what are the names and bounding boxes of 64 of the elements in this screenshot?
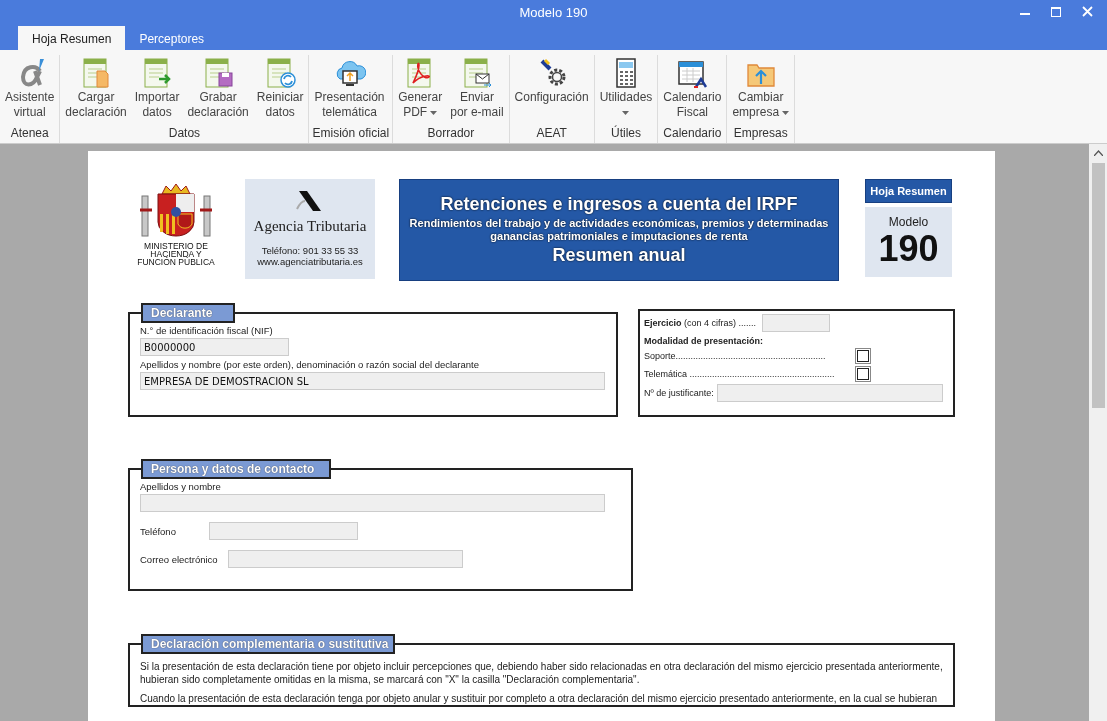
group-label: Emisión oficial	[311, 126, 391, 142]
checkbox[interactable]	[855, 348, 871, 364]
document-disk-icon	[202, 57, 235, 89]
section-heading: Declarante	[141, 303, 235, 323]
section-heading: Persona y datos de contacto	[141, 459, 331, 479]
input-field[interactable]: B0000000	[140, 338, 289, 356]
scroll-thumb[interactable]	[1091, 163, 1105, 408]
field-label: Correo electrónico	[140, 553, 218, 565]
document-refresh-icon	[264, 57, 297, 89]
input-field[interactable]	[762, 314, 831, 332]
banner-subtitle: Rendimientos del trabajo y de actividades económicas, premios y determinadas ganancias patrimoniales e imputaciones de renta	[408, 217, 830, 243]
ribbon-button[interactable]: Configuración	[510, 55, 593, 126]
ribbon-button[interactable]: Generar PDF	[394, 55, 447, 126]
ribbon-button[interactable]: Cargar declaración	[61, 55, 131, 126]
section-heading: Declaración complementaria o sustitutiva	[141, 634, 395, 654]
ribbon-button[interactable]: Enviar por e-mail	[446, 55, 508, 126]
input-field[interactable]	[227, 550, 463, 568]
ribbon-button[interactable]: Grabar declaración	[183, 55, 253, 126]
banner-title: Retenciones e ingresos a cuenta del IRPF	[439, 194, 799, 215]
field-label: Modalidad de presentación:	[644, 336, 765, 346]
checkbox[interactable]	[855, 366, 871, 382]
input-field[interactable]	[208, 522, 358, 540]
field-label: N.° de identificación fiscal (NIF)	[140, 325, 274, 336]
agency-website: www.agenciatributaria.es	[257, 256, 363, 267]
banner-footer: Resumen anual	[408, 245, 830, 266]
field-label: Teléfono	[140, 525, 176, 537]
group-label: Útiles	[609, 126, 642, 142]
scroll-up-icon[interactable]	[1093, 150, 1103, 156]
agency-phone: Teléfono: 901 33 55 33	[261, 245, 359, 256]
maximize-icon[interactable]	[1051, 6, 1061, 17]
option-label: Telemática ..........................................................	[644, 369, 836, 379]
ribbon-button[interactable]: Cambiar empresa	[728, 55, 794, 126]
group-label: AEAT	[535, 126, 568, 142]
input-field[interactable]: EMPRESA DE DEMOSTRACION SL	[140, 372, 605, 390]
input-field[interactable]	[716, 384, 943, 402]
paragraph: Cuando la presentación de esta declaración tenga por objeto anular y sustituir por completo a otra declaración del mismo ejercicio presentado anteriormente, en la cual se hubieran	[140, 692, 939, 705]
field-label: Apellidos y nombre	[140, 481, 222, 492]
model-label: Modelo	[887, 214, 930, 229]
ribbon-button[interactable]: Asistente virtual	[1, 55, 59, 126]
ministry-name: MINISTERIO DE HACIENDA Y FUNCIÓN PÚBLICA	[137, 242, 215, 266]
model-number: 190	[877, 229, 940, 269]
scrollbar[interactable]	[1089, 144, 1107, 721]
paragraph: Si la presentación de esta declaración tiene por objeto incluir percepciones que, debiendo haber sido relacionadas en otra declaración del mismo ejercicio presentada anteriormente, hubieran sido completamente omitidas en la misma, se marcará con "X" la casilla "Declaración complementaria".	[140, 660, 943, 686]
input-field[interactable]	[140, 494, 605, 512]
tab[interactable]: Hoja Resumen	[18, 26, 126, 50]
option-label: Soporte............................................................	[644, 351, 827, 361]
field-label: Apellidos y nombre (por este orden), denominación o razón social del declarante	[140, 359, 481, 370]
ribbon-button[interactable]: Utilidades	[595, 55, 657, 126]
close-icon[interactable]	[1082, 6, 1093, 17]
field-label: Ejercicio (con 4 cifras) .......	[644, 318, 757, 328]
ribbon-button[interactable]: Reiniciar datos	[252, 55, 308, 126]
group-label: Datos	[167, 126, 202, 142]
group-label: Empresas	[732, 126, 789, 142]
agency-name: Agencia Tributaria	[253, 218, 367, 235]
ribbon-button[interactable]: Calendario Fiscal	[659, 55, 726, 126]
window-title: Modelo 190	[519, 5, 588, 20]
group-label: Borrador	[426, 126, 476, 142]
ribbon-button[interactable]: Importar datos	[130, 55, 184, 126]
tab[interactable]: Perceptores	[125, 26, 219, 50]
group-label: Atenea	[9, 126, 50, 142]
sheet-label: Hoja Resumen	[865, 179, 952, 203]
ribbon-button[interactable]: Presentación telemática	[310, 55, 389, 126]
field-label: Nº de justificante:	[644, 388, 714, 398]
group-label: Calendario	[662, 126, 723, 142]
